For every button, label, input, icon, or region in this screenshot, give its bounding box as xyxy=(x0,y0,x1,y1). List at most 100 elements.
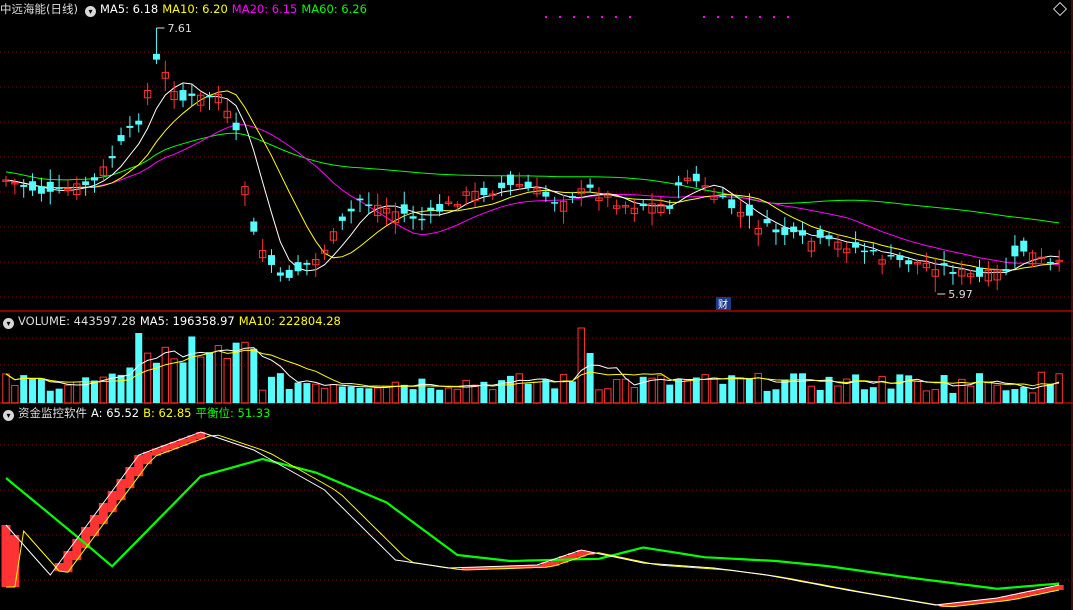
volume-bar xyxy=(976,373,983,403)
indicator-bar xyxy=(116,479,126,501)
volume-bar xyxy=(966,385,975,404)
candle-body xyxy=(542,191,550,197)
candle-body xyxy=(82,181,90,186)
volume-bar xyxy=(683,380,692,404)
volume-bar xyxy=(214,345,223,404)
volume-bar xyxy=(710,377,718,404)
volume-bar xyxy=(515,373,523,404)
volume-bar xyxy=(869,387,877,403)
candle-body xyxy=(976,267,983,277)
volume-bar xyxy=(630,387,639,404)
candle-body xyxy=(338,216,346,221)
volume-bar xyxy=(648,377,656,404)
volume-bar xyxy=(55,388,63,403)
volume-bar xyxy=(11,385,19,404)
ma5-label: MA5: 6.18 xyxy=(99,2,159,16)
volume-bar xyxy=(374,387,382,404)
candle-body xyxy=(135,120,143,125)
ma10-line xyxy=(5,90,1060,271)
volume-bar xyxy=(444,387,453,404)
volume-bar xyxy=(20,375,28,403)
volume-bar xyxy=(241,341,249,404)
volume-bar xyxy=(46,390,54,403)
volume-bar xyxy=(506,375,514,403)
candle-body xyxy=(1011,245,1019,257)
volume-bar xyxy=(303,383,311,403)
candle-body xyxy=(728,199,736,209)
collapse-icon[interactable]: ▾ xyxy=(3,410,14,421)
collapse-icon[interactable]: ▾ xyxy=(84,6,96,17)
volume-bar xyxy=(285,388,293,403)
candle-body xyxy=(427,207,435,211)
candle-body xyxy=(294,262,302,272)
price-ma-lines xyxy=(5,82,1060,274)
event-dot xyxy=(629,16,631,18)
volume-bar xyxy=(949,392,957,403)
candle-body xyxy=(498,182,506,189)
volume-bar xyxy=(639,376,647,403)
candle-body xyxy=(869,249,877,252)
volume-bar xyxy=(542,379,550,403)
volume-bar xyxy=(188,336,196,403)
candle-body xyxy=(905,260,913,265)
volume-bar xyxy=(922,390,931,404)
candle-body xyxy=(551,202,559,204)
ma5-line xyxy=(5,82,1060,274)
candle-body xyxy=(568,196,576,199)
volume-bar xyxy=(577,327,585,404)
volume-bar xyxy=(551,388,559,403)
indicator-name: 资金监控软件 xyxy=(18,406,87,420)
volume-bar xyxy=(400,384,408,403)
candle-body xyxy=(1046,261,1054,264)
event-dot xyxy=(601,16,603,18)
candle-body xyxy=(860,250,868,253)
volume-bar xyxy=(347,386,355,403)
candle-body xyxy=(719,195,727,198)
indicator-bar xyxy=(10,535,20,587)
volume-bar xyxy=(878,376,886,404)
candle-body xyxy=(524,181,532,188)
volume-bar xyxy=(294,382,302,403)
event-dot xyxy=(559,16,561,18)
volume-bar xyxy=(736,377,745,404)
volume-bar xyxy=(940,375,948,403)
volume-bar xyxy=(418,378,426,403)
candle-body xyxy=(949,271,957,274)
volume-bar xyxy=(179,362,187,403)
high-price-label: 7.61 xyxy=(167,22,192,35)
volume-bar xyxy=(382,385,391,404)
candle-body xyxy=(666,205,674,209)
volume-bar xyxy=(436,389,444,403)
volume-bar xyxy=(338,386,346,403)
candle-body xyxy=(356,198,364,201)
volume-bar xyxy=(834,385,842,404)
indicator-bar xyxy=(143,451,153,465)
volume-bar xyxy=(91,380,98,403)
volume-bar xyxy=(258,389,267,404)
finance-marker-label: 财 xyxy=(718,298,728,311)
volume-bar xyxy=(790,373,798,403)
volume-bar xyxy=(489,389,497,404)
stock-chart[interactable]: 7.61 5.97 财 xyxy=(0,0,1073,610)
candle-body xyxy=(250,221,258,232)
indicator-a-line xyxy=(5,431,1060,606)
candle-body xyxy=(126,125,134,128)
indicator-bar xyxy=(1,525,11,587)
candle-body xyxy=(586,184,594,188)
ma60-line xyxy=(5,132,1060,224)
candle-body xyxy=(37,186,45,194)
indicator-bar xyxy=(107,491,117,513)
volume-bar xyxy=(905,375,913,403)
volume-bar xyxy=(533,381,541,404)
volume-bar xyxy=(524,383,532,403)
volume-bar xyxy=(1037,371,1046,404)
volume-bar xyxy=(471,384,479,404)
candle-body xyxy=(692,173,700,182)
candle-body xyxy=(179,90,187,101)
volume-bar xyxy=(1028,392,1037,404)
volume-bar xyxy=(852,374,860,403)
collapse-icon[interactable]: ▾ xyxy=(3,318,14,329)
volume-bar xyxy=(427,387,435,403)
candle-body xyxy=(436,203,444,212)
volume-bar xyxy=(37,378,45,403)
